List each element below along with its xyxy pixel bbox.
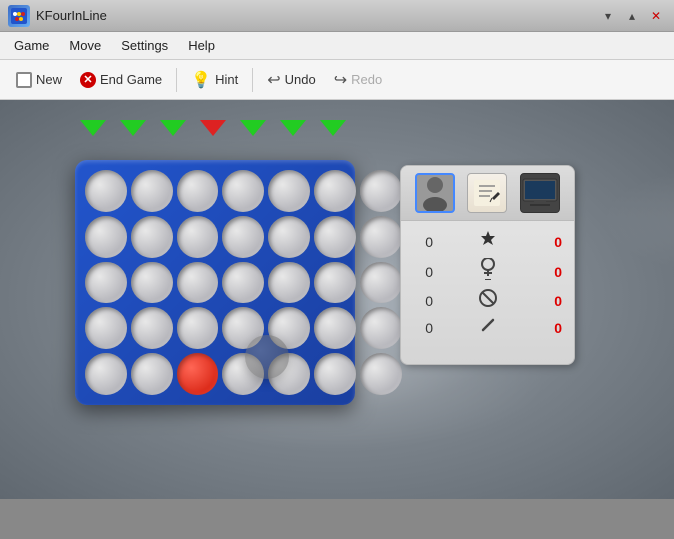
score-left-1: 0 (413, 264, 433, 280)
score-icon-3 (473, 316, 503, 339)
app-icon (8, 5, 30, 27)
cell-2-3[interactable] (222, 262, 264, 304)
score-row-3: 0 0 (413, 316, 562, 339)
arrow-col-2[interactable] (160, 120, 186, 136)
cell-1-0[interactable] (85, 216, 127, 258)
toolbar: New ✕ End Game 💡 Hint ↩ Undo ↪ Redo (0, 60, 674, 100)
score-left-3: 0 (413, 320, 433, 336)
arrow-col-6[interactable] (320, 120, 346, 136)
redo-icon: ↪ (334, 70, 347, 90)
board-container (75, 160, 365, 410)
cell-2-0[interactable] (85, 262, 127, 304)
new-button[interactable]: New (8, 68, 70, 92)
end-game-label: End Game (100, 72, 162, 87)
cell-0-5[interactable] (314, 170, 356, 212)
menu-move[interactable]: Move (59, 34, 111, 57)
new-checkbox-icon (16, 72, 32, 88)
arrow-col-0[interactable] (80, 120, 106, 136)
score-right-1: 0 (542, 264, 562, 280)
cell-2-2[interactable] (177, 262, 219, 304)
cell-1-5[interactable] (314, 216, 356, 258)
cell-1-2[interactable] (177, 216, 219, 258)
cell-0-6[interactable] (360, 170, 402, 212)
cell-2-1[interactable] (131, 262, 173, 304)
toolbar-separator-2 (252, 68, 253, 92)
game-board[interactable] (75, 160, 355, 405)
cell-4-2[interactable] (177, 353, 219, 395)
hint-label: Hint (215, 72, 238, 87)
score-icon-2 (473, 289, 503, 312)
score-footer: Player 1 Level 2 (401, 355, 574, 365)
cell-4-1[interactable] (131, 353, 173, 395)
score-icon-0 (473, 229, 503, 254)
bulb-icon: 💡 (191, 70, 211, 90)
cell-0-0[interactable] (85, 170, 127, 212)
cell-0-1[interactable] (131, 170, 173, 212)
cell-3-0[interactable] (85, 307, 127, 349)
cell-3-6[interactable] (360, 307, 402, 349)
arrows-row (80, 120, 346, 136)
toolbar-separator-1 (176, 68, 177, 92)
titlebar-left: KFourInLine (8, 5, 107, 27)
cell-3-1[interactable] (131, 307, 173, 349)
player3-monitor-icon (520, 173, 560, 213)
menu-settings[interactable]: Settings (111, 34, 178, 57)
arrow-col-4[interactable] (240, 120, 266, 136)
cell-4-5[interactable] (314, 353, 356, 395)
undo-icon: ↩ (267, 70, 280, 90)
titlebar-controls: ▾ ▴ ✕ (598, 6, 666, 26)
score-right-2: 0 (542, 293, 562, 309)
stop-icon: ✕ (80, 72, 96, 88)
player-label: Player 1 (413, 362, 461, 366)
score-panel: 0 0 0 0 (400, 165, 575, 365)
undo-button[interactable]: ↩ Undo (259, 66, 323, 94)
score-left-0: 0 (413, 234, 433, 250)
cell-0-2[interactable] (177, 170, 219, 212)
score-header (401, 166, 574, 221)
score-icon-1 (473, 258, 503, 285)
score-right-3: 0 (542, 320, 562, 336)
minimize-button[interactable]: ▾ (598, 6, 618, 26)
titlebar: KFourInLine ▾ ▴ ✕ (0, 0, 674, 32)
ghost-piece (245, 335, 289, 379)
cell-0-4[interactable] (268, 170, 310, 212)
level-label: Level 2 (515, 361, 562, 365)
arrow-col-1[interactable] (120, 120, 146, 136)
maximize-button[interactable]: ▴ (622, 6, 642, 26)
player1-avatar (415, 173, 455, 213)
cell-1-6[interactable] (360, 216, 402, 258)
hint-button[interactable]: 💡 Hint (183, 66, 246, 94)
cell-3-5[interactable] (314, 307, 356, 349)
cell-4-6[interactable] (360, 353, 402, 395)
menu-game[interactable]: Game (4, 34, 59, 57)
redo-button[interactable]: ↪ Redo (326, 66, 390, 94)
cell-2-6[interactable] (360, 262, 402, 304)
menu-help[interactable]: Help (178, 34, 225, 57)
arrow-col-3[interactable] (200, 120, 226, 136)
cell-1-1[interactable] (131, 216, 173, 258)
close-button[interactable]: ✕ (646, 6, 666, 26)
cell-3-2[interactable] (177, 307, 219, 349)
score-right-0: 0 (542, 234, 562, 250)
arrow-col-5[interactable] (280, 120, 306, 136)
redo-label: Redo (351, 72, 382, 87)
player2-write-icon (467, 173, 507, 213)
end-game-button[interactable]: ✕ End Game (72, 68, 170, 92)
cell-2-4[interactable] (268, 262, 310, 304)
main-area: 0 0 0 0 (0, 100, 674, 499)
score-left-2: 0 (413, 293, 433, 309)
cell-4-0[interactable] (85, 353, 127, 395)
titlebar-title: KFourInLine (36, 8, 107, 23)
score-row-2: 0 0 (413, 289, 562, 312)
new-label: New (36, 72, 62, 87)
cell-2-5[interactable] (314, 262, 356, 304)
undo-label: Undo (285, 72, 316, 87)
cell-0-3[interactable] (222, 170, 264, 212)
score-row-1: 0 0 (413, 258, 562, 285)
cell-1-4[interactable] (268, 216, 310, 258)
menubar: Game Move Settings Help (0, 32, 674, 60)
cell-1-3[interactable] (222, 216, 264, 258)
score-body: 0 0 0 0 (401, 221, 574, 351)
score-row-0: 0 0 (413, 229, 562, 254)
